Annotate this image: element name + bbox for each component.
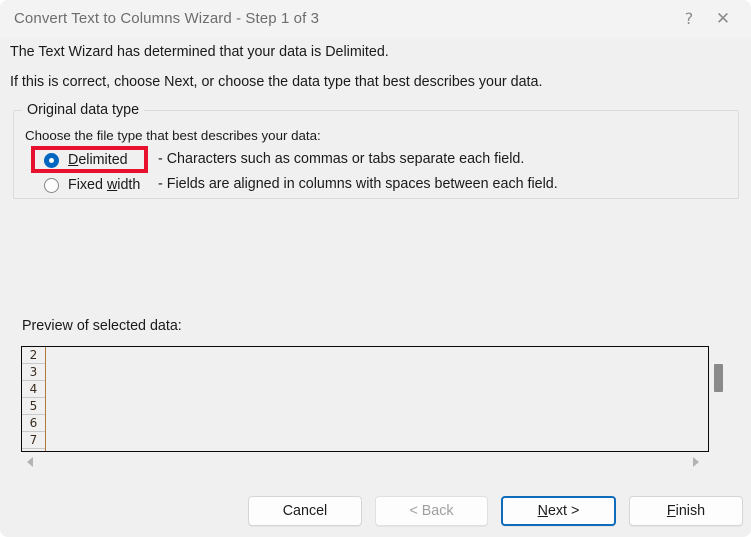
intro-line-1: The Text Wizard has determined that your…	[10, 44, 389, 60]
preview-vertical-scrollbar-thumb[interactable]	[714, 364, 723, 392]
radio-delimited-indicator-icon	[44, 152, 59, 168]
file-type-instruction: Choose the file type that best describes…	[25, 128, 321, 143]
scroll-left-arrow-icon[interactable]	[27, 457, 33, 467]
radio-fixed-width-description: - Fields are aligned in columns with spa…	[158, 176, 558, 192]
cancel-button[interactable]: Cancel	[248, 496, 362, 526]
preview-row-number: 3	[22, 364, 45, 381]
preview-label: Preview of selected data:	[22, 318, 182, 334]
close-button[interactable]: ✕	[700, 0, 746, 38]
window-title: Convert Text to Columns Wizard - Step 1 …	[14, 10, 320, 27]
next-button[interactable]: Next >	[501, 496, 616, 526]
preview-row-number: 6	[22, 415, 45, 432]
intro-line-2: If this is correct, choose Next, or choo…	[10, 74, 543, 90]
radio-fixed-width[interactable]: Fixed width	[44, 174, 140, 196]
preview-row-number: 7	[22, 432, 45, 449]
preview-row-number-column: 2 3 4 5 6 7	[22, 347, 46, 451]
radio-fixed-width-indicator-icon	[44, 177, 59, 193]
radio-fixed-width-label: Fixed width	[68, 177, 141, 193]
cancel-button-label: Cancel	[282, 503, 328, 519]
radio-delimited-description: - Characters such as commas or tabs sepa…	[158, 151, 525, 167]
back-button[interactable]: < Back	[375, 496, 488, 526]
question-mark-icon: ?	[684, 9, 694, 28]
convert-text-to-columns-dialog: Convert Text to Columns Wizard - Step 1 …	[0, 0, 751, 537]
radio-delimited[interactable]: Delimited	[44, 149, 128, 171]
preview-row-number: 4	[22, 381, 45, 398]
finish-button[interactable]: Finish	[629, 496, 743, 526]
finish-button-label: Finish	[666, 503, 706, 519]
back-button-label: < Back	[409, 503, 454, 519]
title-bar: Convert Text to Columns Wizard - Step 1 …	[0, 0, 751, 38]
preview-row-number: 2	[22, 347, 45, 364]
close-icon: ✕	[715, 8, 731, 29]
radio-delimited-label: Delimited	[68, 152, 128, 168]
preview-horizontal-scrollbar[interactable]	[21, 453, 723, 472]
preview-pane[interactable]: 2 3 4 5 6 7	[21, 346, 709, 452]
scroll-right-arrow-icon[interactable]	[693, 457, 699, 467]
next-button-label: Next >	[537, 503, 580, 519]
preview-row-number: 5	[22, 398, 45, 415]
original-data-type-legend: Original data type	[22, 102, 145, 118]
